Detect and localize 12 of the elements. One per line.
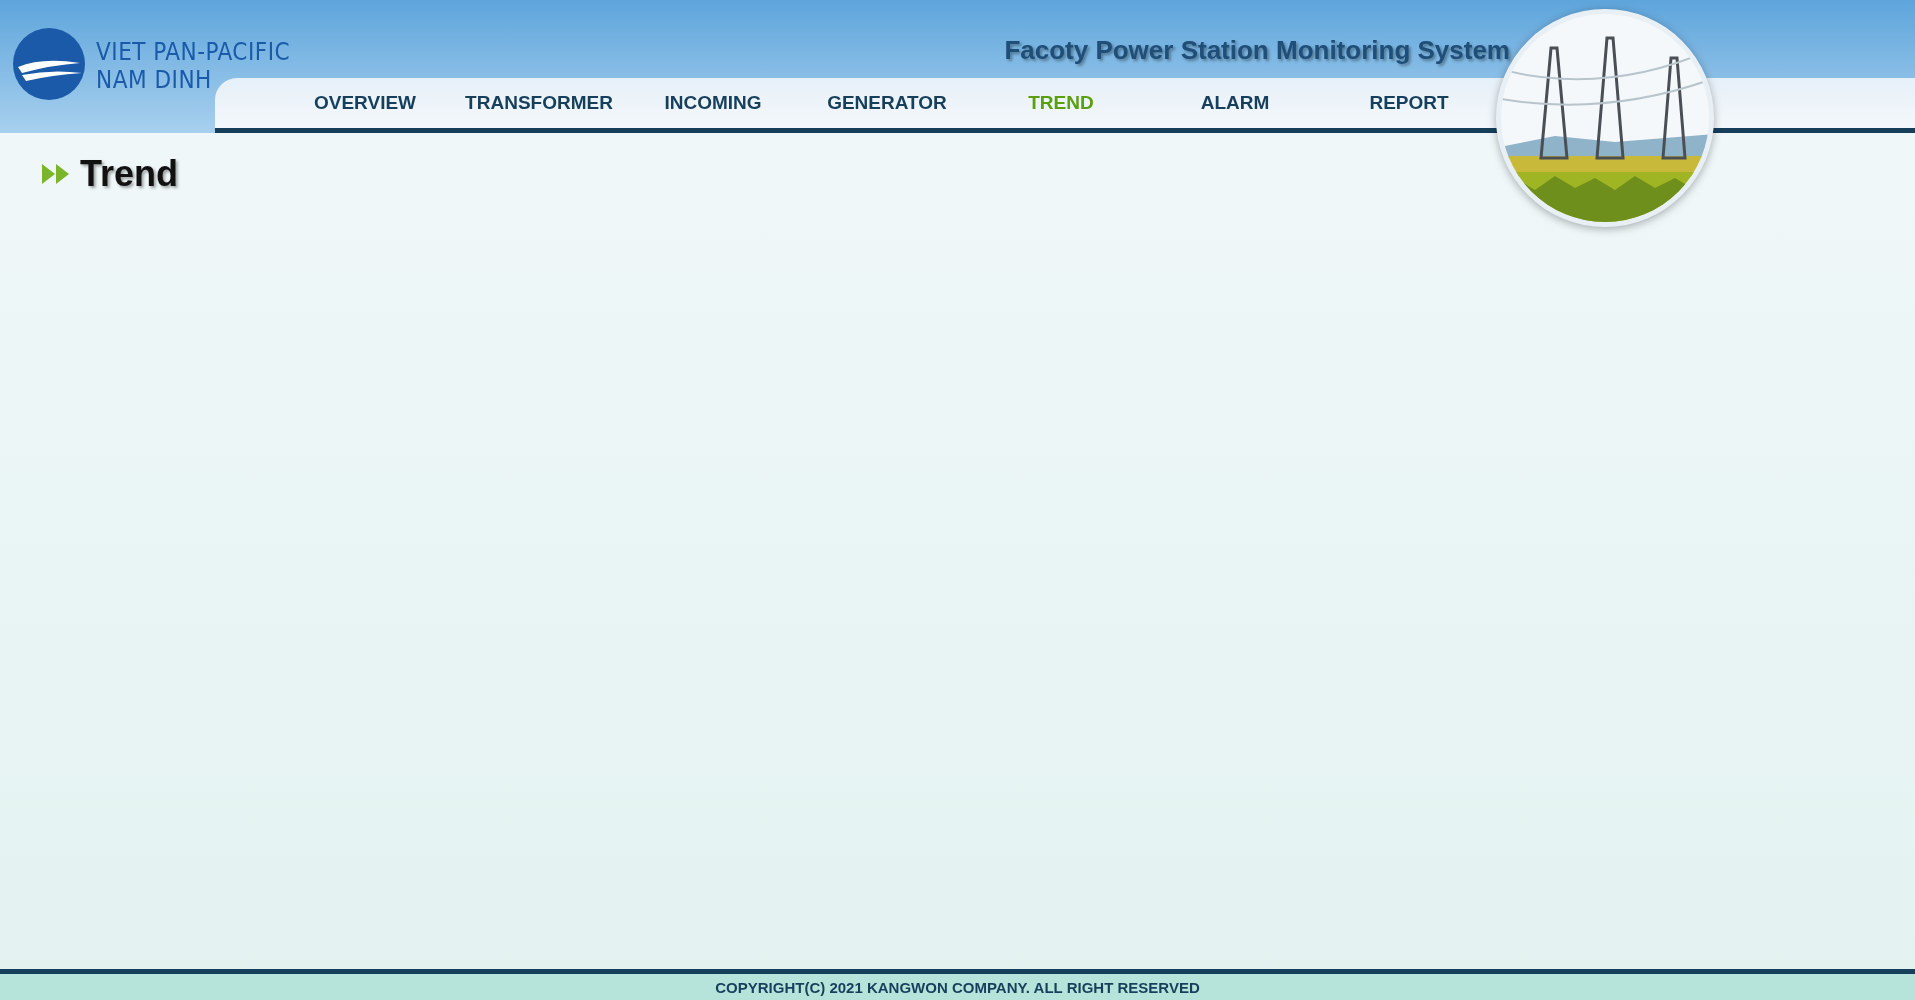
system-title: Facoty Power Station Monitoring System (1004, 35, 1510, 66)
logo-text: VIET PAN-PACIFIC (96, 37, 291, 66)
nav-tab[interactable]: GENERATOR (800, 92, 974, 114)
nav-tab[interactable]: INCOMING (626, 92, 800, 114)
nav-tab[interactable]: ALARM (1148, 92, 1322, 114)
nav-tab[interactable]: REPORT (1322, 92, 1496, 114)
nav-tab[interactable]: TRANSFORMER (452, 92, 626, 114)
logo-text: NAM DINH (96, 65, 213, 94)
nav-tab[interactable]: OVERVIEW (278, 92, 452, 114)
copyright-text: COPYRIGHT(C) 2021 KANGWON COMPANY. ALL RIGHT RESERVED (715, 978, 1200, 996)
logo-icon (12, 26, 86, 101)
page-heading: Trend (80, 153, 178, 195)
